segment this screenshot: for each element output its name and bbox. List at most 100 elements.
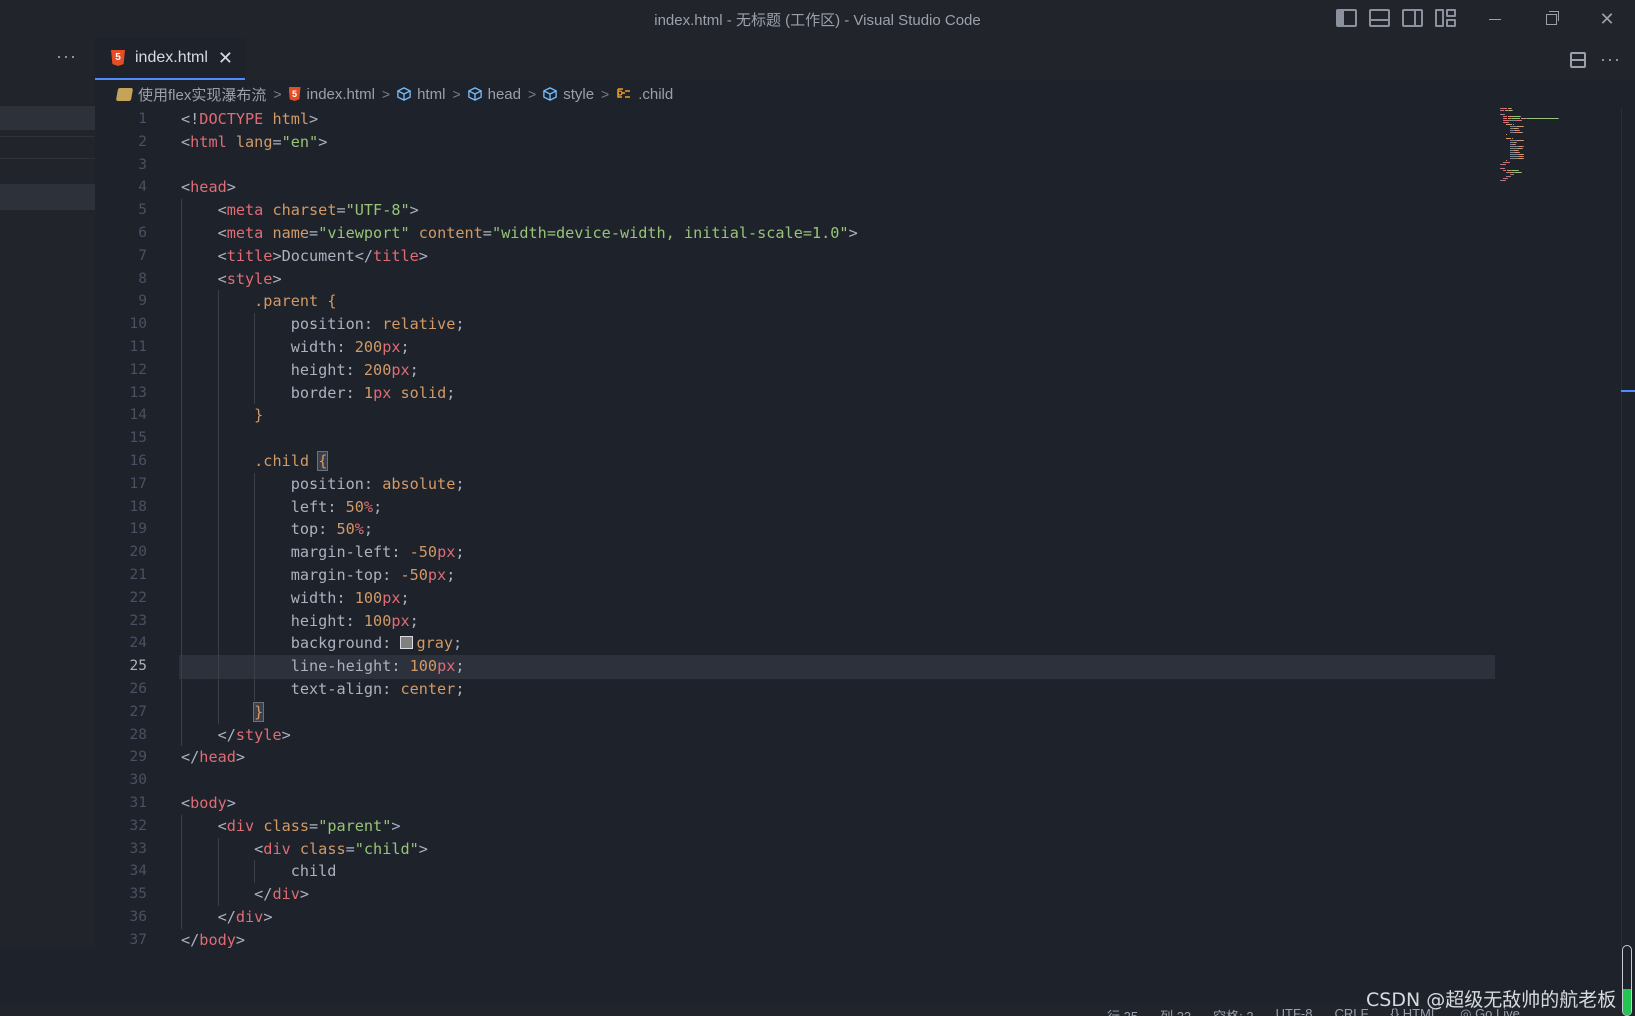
code-token: = [345, 839, 355, 858]
line-number: 17 [129, 475, 147, 492]
line-number: 31 [129, 795, 147, 811]
code-line[interactable]: 36 </div> [95, 906, 1495, 930]
code-line[interactable]: 6 <meta name="viewport" content="width=d… [95, 222, 1495, 246]
customize-layout-icon[interactable] [1435, 9, 1456, 27]
status-encoding[interactable]: UTF-8 [1276, 1006, 1313, 1016]
chevron-right-icon: > [381, 86, 391, 102]
code-line[interactable]: 17 position: absolute; [95, 473, 1495, 497]
code-line[interactable]: 10 position: relative; [95, 313, 1495, 337]
code-text: </style> [181, 724, 291, 748]
code-line[interactable]: 7 <title>Document</title> [95, 245, 1495, 269]
code-token: px [382, 338, 401, 356]
code-line[interactable]: 29 </head> [95, 746, 1495, 770]
code-line[interactable]: 28 </style> [95, 724, 1495, 748]
vertical-scrollbar[interactable] [1621, 108, 1635, 948]
code-line[interactable]: 37 </body> [95, 929, 1495, 948]
code-line[interactable]: 31 <body> [95, 792, 1495, 816]
code-line[interactable]: 3 [95, 154, 1495, 178]
code-line[interactable]: 34 child [95, 860, 1495, 884]
sidebar-item[interactable] [0, 106, 95, 130]
code-line[interactable]: 24 background: gray; [95, 632, 1495, 656]
code-token: -50 [409, 543, 438, 562]
layout-controls [1336, 9, 1456, 27]
code-editor[interactable]: 1 <!DOCTYPE html> 2 <html lang="en"> 3 4 <head… [95, 108, 1635, 948]
breadcrumb-head[interactable]: head [467, 86, 521, 103]
minimap-segment [1507, 172, 1510, 173]
code-text: <body> [181, 792, 236, 816]
editor-more-button[interactable]: ··· [1600, 49, 1621, 70]
line-number: 25 [129, 658, 147, 675]
code-token: position [290, 474, 364, 493]
status-indent[interactable]: 空格: 2 [1213, 1006, 1253, 1016]
code-token: < [181, 178, 191, 197]
code-line[interactable]: 23 height: 100px; [95, 610, 1495, 634]
line-number: 33 [129, 840, 147, 857]
code-line[interactable]: 18 left: 50%; [95, 496, 1495, 520]
code-line[interactable]: 30 [95, 769, 1495, 793]
code-line[interactable]: 1 <!DOCTYPE html> [95, 108, 1495, 132]
code-line[interactable]: 2 <html lang="en"> [95, 131, 1495, 155]
tab-label: index.html [135, 49, 208, 66]
code-line[interactable]: 35 </div> [95, 883, 1495, 907]
sidebar-more-button[interactable]: ··· [56, 46, 77, 67]
code-line[interactable]: 16 .child { [95, 450, 1495, 474]
code-line[interactable]: 5 <meta charset="UTF-8"> [95, 199, 1495, 223]
line-number: 24 [129, 635, 147, 652]
code-line[interactable]: 4 <head> [95, 176, 1495, 200]
sidebar-item-selected[interactable] [0, 184, 95, 210]
code-line[interactable]: 32 <div class="parent"> [95, 815, 1495, 839]
code-line[interactable]: 8 <style> [95, 268, 1495, 292]
tab-close-icon[interactable]: ✕ [218, 48, 233, 69]
code-token: height [290, 360, 346, 379]
code-token: gray [416, 634, 454, 653]
code-line[interactable]: 27 } [95, 701, 1495, 725]
code-token: < [181, 201, 227, 220]
close-window-button[interactable]: ✕ [1579, 0, 1635, 38]
breadcrumb-style[interactable]: style [543, 86, 594, 103]
breadcrumb-folder[interactable]: 使用flex实现瀑布流 [115, 84, 266, 105]
code-line[interactable]: 26 text-align: center; [95, 678, 1495, 702]
code-line[interactable]: 21 margin-top: -50px; [95, 564, 1495, 588]
code-text: margin-top: -50px; [181, 564, 456, 588]
split-editor-icon[interactable] [1570, 51, 1587, 68]
code-line[interactable]: 14 } [95, 404, 1495, 428]
code-line[interactable]: 19 top: 50%; [95, 518, 1495, 542]
code-line[interactable]: 22 width: 100px; [95, 587, 1495, 611]
code-line[interactable]: 12 height: 200px; [95, 359, 1495, 383]
status-col[interactable]: 列 22 [1160, 1006, 1191, 1016]
toggle-panel-icon[interactable] [1369, 9, 1390, 27]
breadcrumb-file[interactable]: 5 index.html [288, 86, 375, 103]
code-line[interactable]: 25 line-height: 100px; [95, 655, 1495, 679]
minimap-segment [1507, 178, 1508, 179]
code-line[interactable]: 11 width: 200px; [95, 336, 1495, 360]
status-line[interactable]: 行 25 [1107, 1006, 1138, 1016]
line-number: 13 [129, 384, 147, 401]
tab-index-html[interactable]: 5 index.html ✕ [95, 38, 245, 80]
code-line[interactable]: 33 <div class="child"> [95, 838, 1495, 862]
minimap[interactable] [1500, 108, 1580, 188]
code-line[interactable]: 9 .parent { [95, 290, 1495, 314]
code-token: body [199, 930, 236, 948]
status-eol[interactable]: CRLF [1334, 1006, 1368, 1016]
breadcrumb-html[interactable]: html [397, 86, 445, 103]
code-line[interactable]: 20 margin-left: -50px; [95, 541, 1495, 565]
toggle-primary-sidebar-icon[interactable] [1336, 9, 1357, 27]
code-line[interactable]: 13 border: 1px solid; [95, 382, 1495, 406]
minimap-segment [1518, 128, 1520, 129]
line-number: 29 [129, 749, 147, 766]
code-token: > [391, 816, 401, 835]
code-token: style [226, 269, 273, 288]
restore-button[interactable] [1523, 0, 1579, 38]
toggle-secondary-sidebar-icon[interactable] [1402, 9, 1423, 27]
minimize-button[interactable] [1467, 0, 1523, 38]
code-line[interactable]: 15 [95, 427, 1495, 451]
breadcrumb-child[interactable]: .child [616, 86, 673, 103]
color-swatch-icon[interactable] [400, 636, 414, 650]
code-token: style [235, 725, 282, 744]
